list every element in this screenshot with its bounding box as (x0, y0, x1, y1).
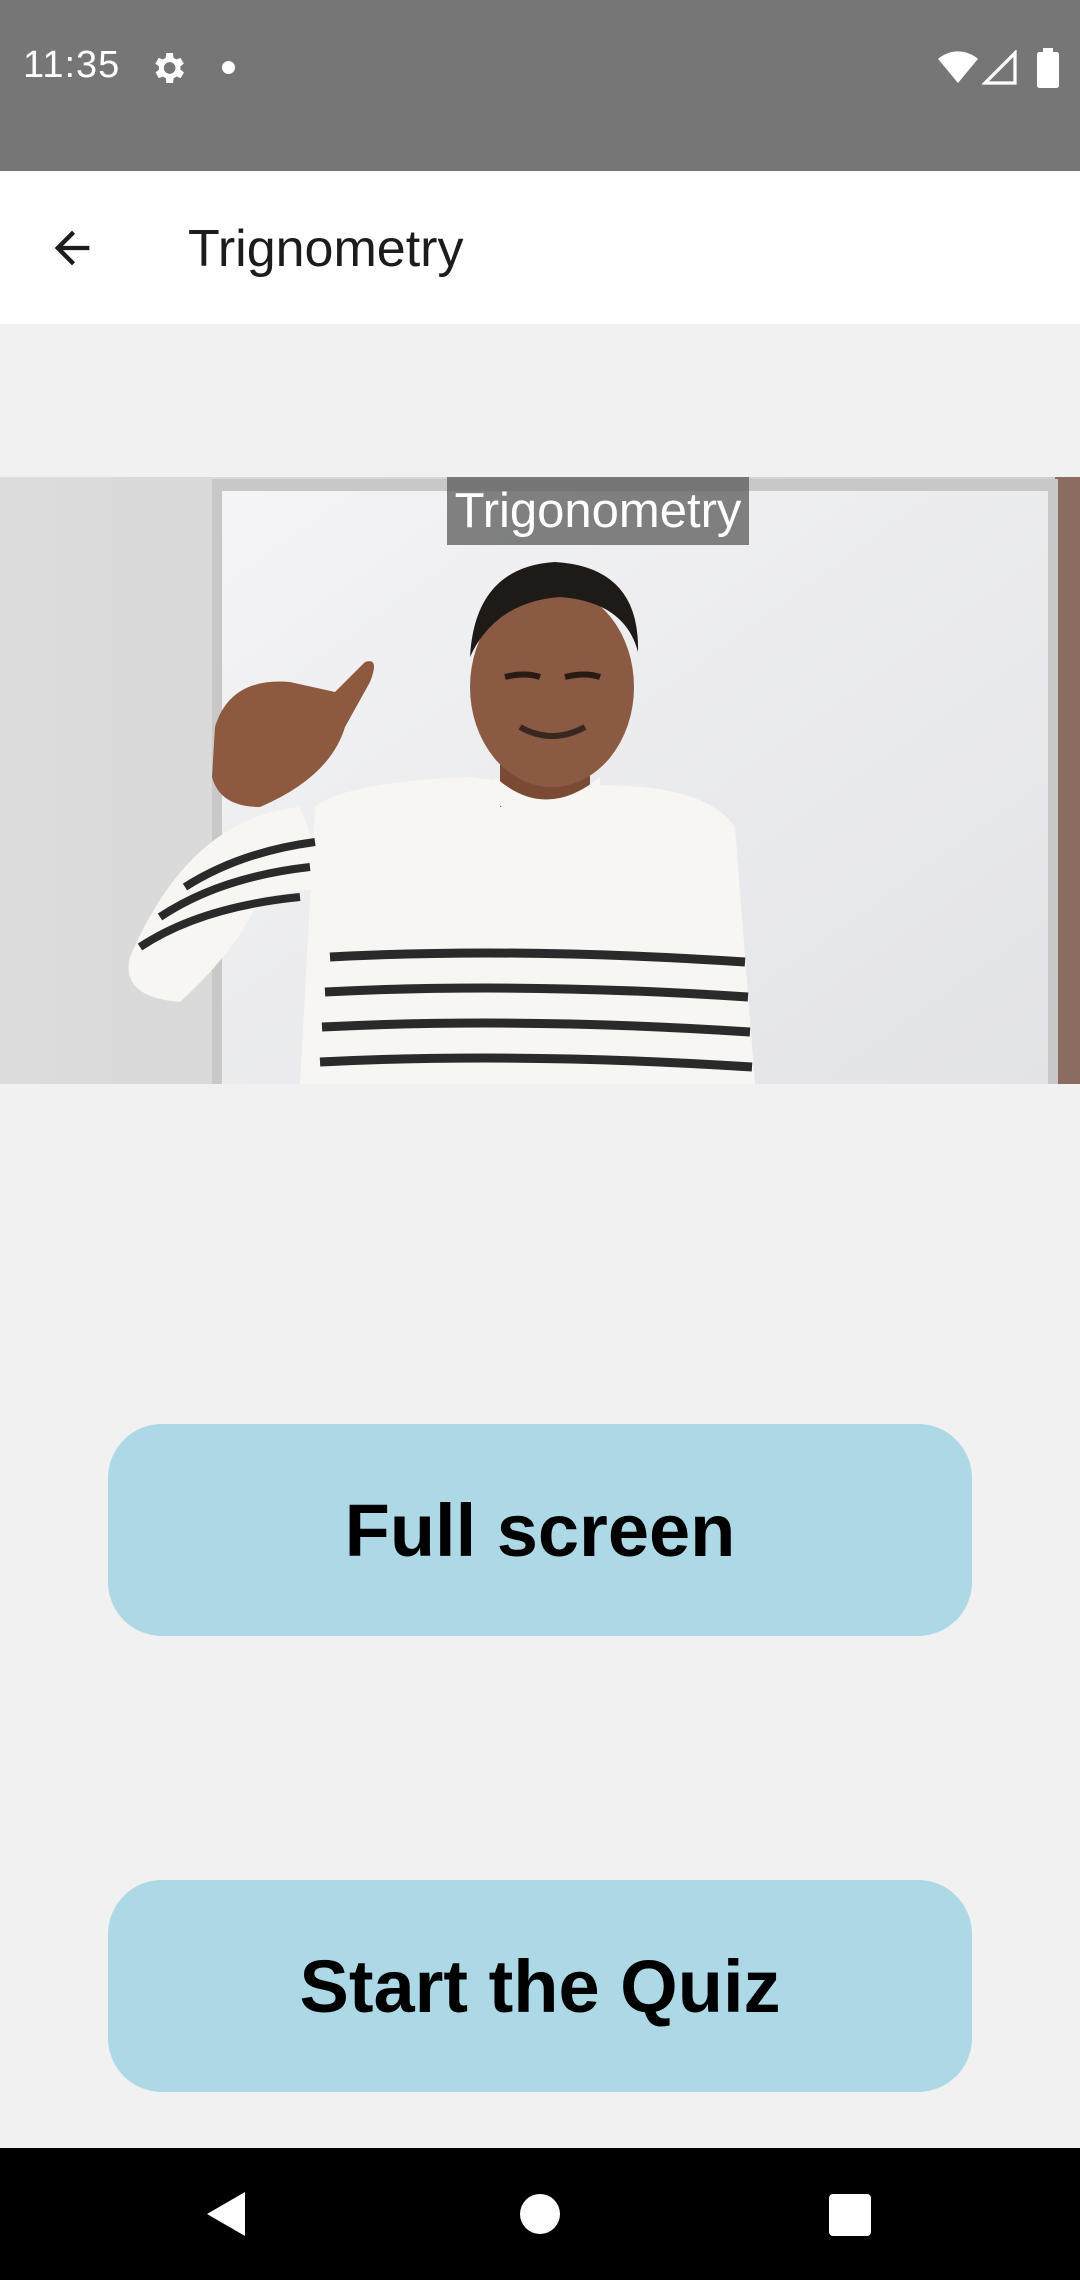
back-button[interactable] (30, 206, 114, 290)
gear-icon (155, 53, 184, 83)
start-quiz-button[interactable]: Start the Quiz (108, 1880, 972, 2092)
app-bar: Trignometry (0, 171, 1080, 324)
navigation-bar (0, 2148, 1080, 2280)
page-title: Trignometry (188, 220, 464, 278)
video-player[interactable]: Trigonometry (0, 477, 1080, 1084)
signal-icon (982, 50, 1017, 85)
video-caption: Trigonometry (447, 477, 749, 545)
arrow-back-icon (54, 230, 90, 266)
status-bar: 11:35 (0, 0, 1080, 171)
status-time: 11:35 (23, 44, 121, 86)
nav-recents-icon[interactable] (829, 2194, 871, 2236)
full-screen-button[interactable]: Full screen (108, 1424, 972, 1636)
video-frame (0, 477, 1080, 1084)
battery-icon (1037, 48, 1059, 88)
nav-back-icon[interactable] (203, 2190, 247, 2238)
notification-dot-icon (222, 61, 235, 74)
wifi-icon (938, 51, 978, 83)
nav-home-icon[interactable] (520, 2194, 560, 2234)
